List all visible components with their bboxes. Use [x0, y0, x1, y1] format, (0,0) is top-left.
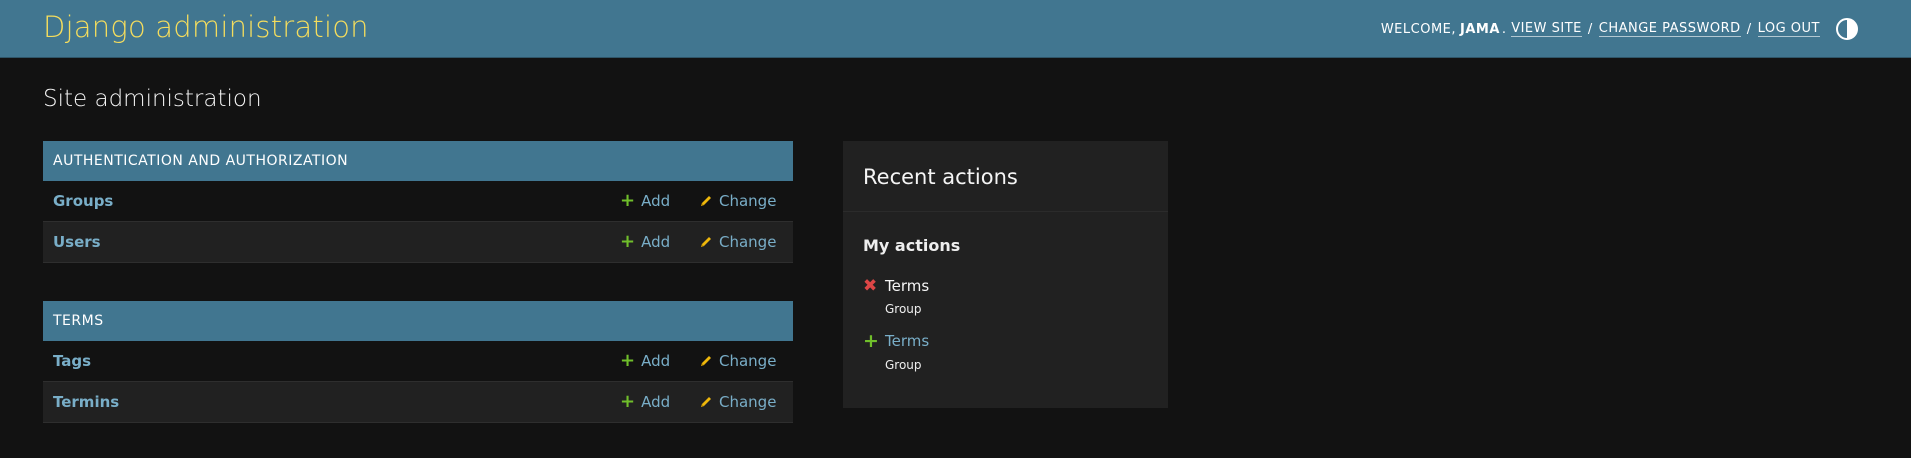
model-link-tags[interactable]: Tags	[53, 352, 91, 370]
plus-icon: +	[620, 350, 636, 371]
app-header-link[interactable]: TERMS	[43, 301, 793, 341]
change-users-button[interactable]: Change	[699, 233, 776, 251]
pencil-icon	[699, 235, 713, 249]
x-icon: ✖	[863, 276, 878, 296]
plus-icon: +	[863, 330, 879, 352]
pencil-icon	[699, 194, 713, 208]
change-termins-button[interactable]: Change	[699, 393, 776, 411]
separator: /	[1746, 21, 1752, 37]
change-label: Change	[719, 393, 777, 411]
add-groups-button[interactable]: + Add	[620, 190, 671, 211]
add-label: Add	[641, 393, 671, 411]
pencil-icon	[699, 395, 713, 409]
add-users-button[interactable]: + Add	[620, 231, 671, 252]
half-circle-icon	[1836, 18, 1858, 40]
separator: /	[1587, 21, 1593, 37]
action-object: Terms	[885, 277, 930, 295]
plus-icon: +	[620, 231, 636, 252]
change-tags-button[interactable]: Change	[699, 352, 776, 370]
recent-actions-panel: Recent actions My actions ✖ Terms Group …	[843, 141, 1168, 408]
view-site-link[interactable]: VIEW SITE	[1511, 21, 1582, 37]
plus-icon: +	[620, 190, 636, 211]
table-row: Groups + Add Change	[43, 181, 793, 222]
page-title: Site administration	[43, 86, 262, 112]
action-type: Group	[885, 358, 922, 372]
welcome-dot: .	[1501, 21, 1507, 37]
site-brand-link[interactable]: Django administration	[43, 10, 369, 44]
recent-actions-title: Recent actions	[843, 141, 1168, 212]
theme-toggle-button[interactable]	[1834, 16, 1860, 42]
change-label: Change	[719, 352, 777, 370]
add-label: Add	[641, 192, 671, 210]
app-module-auth: AUTHENTICATION AND AUTHORIZATION Groups …	[43, 141, 793, 263]
user-tools: WELCOME, JAMA. VIEW SITE / CHANGE PASSWO…	[1381, 16, 1860, 42]
model-link-users[interactable]: Users	[53, 233, 101, 251]
table-row: Users + Add Change	[43, 222, 793, 263]
table-row: Termins + Add Change	[43, 382, 793, 423]
pencil-icon	[699, 354, 713, 368]
plus-icon: +	[620, 391, 636, 412]
change-password-link[interactable]: CHANGE PASSWORD	[1598, 21, 1741, 37]
change-groups-button[interactable]: Change	[699, 192, 776, 210]
action-type: Group	[885, 302, 922, 316]
app-module-terms: TERMS Tags + Add Change Termins + Add Chan…	[43, 301, 793, 423]
change-label: Change	[719, 233, 777, 251]
list-item: + Terms Group	[863, 330, 929, 372]
header: Django administration WELCOME, JAMA. VIE…	[0, 0, 1911, 58]
welcome-label: WELCOME,	[1380, 21, 1457, 37]
app-header-link[interactable]: AUTHENTICATION AND AUTHORIZATION	[43, 141, 793, 181]
table-row: Tags + Add Change	[43, 341, 793, 382]
log-out-link[interactable]: LOG OUT	[1757, 21, 1820, 37]
username: JAMA	[1460, 21, 1500, 37]
add-label: Add	[641, 233, 671, 251]
model-link-groups[interactable]: Groups	[53, 192, 113, 210]
my-actions-title: My actions	[863, 236, 961, 255]
action-object-link[interactable]: Terms	[885, 332, 929, 350]
add-tags-button[interactable]: + Add	[620, 350, 671, 371]
change-label: Change	[719, 192, 777, 210]
add-termins-button[interactable]: + Add	[620, 391, 671, 412]
list-item: ✖ Terms Group	[863, 276, 929, 316]
add-label: Add	[641, 352, 671, 370]
model-link-termins[interactable]: Termins	[53, 393, 119, 411]
